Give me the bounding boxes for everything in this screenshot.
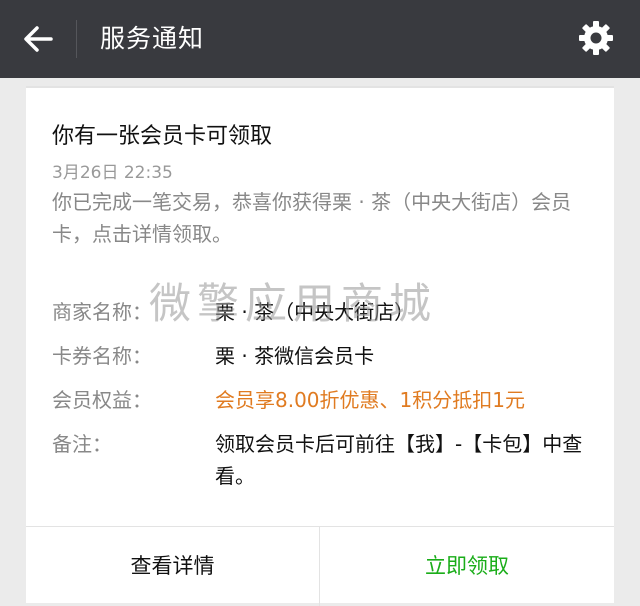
- top-bar: 服务通知: [0, 0, 640, 78]
- view-details-button[interactable]: 查看详情: [26, 527, 319, 606]
- page-title: 服务通知: [100, 24, 205, 53]
- row-value: 栗 · 茶微信会员卡: [215, 344, 375, 368]
- card-footer: 查看详情 立即领取: [26, 526, 614, 606]
- card-title: 你有一张会员卡可领取: [52, 124, 273, 149]
- back-button[interactable]: [18, 19, 58, 59]
- card-description: 你已完成一笔交易，恭喜你获得栗 · 茶（中央大街店）会员卡，点击详情领取。: [52, 190, 572, 246]
- gear-icon: [579, 21, 613, 55]
- header-divider: [76, 20, 77, 58]
- row-label: 备注：: [52, 432, 112, 456]
- card-timestamp: 3月26日 22:35: [52, 163, 173, 183]
- row-value-highlight: 会员享8.00折优惠、1积分抵扣1元: [215, 388, 525, 412]
- row-label: 会员权益：: [52, 388, 152, 412]
- row-label: 商家名称：: [52, 300, 152, 324]
- row-value: 领取会员卡后可前往【我】-【卡包】中查看。: [215, 432, 583, 488]
- arrow-left-icon: [24, 26, 53, 52]
- claim-now-button[interactable]: 立即领取: [320, 527, 614, 606]
- settings-button[interactable]: [576, 18, 616, 58]
- notification-card: 你有一张会员卡可领取 3月26日 22:35 你已完成一笔交易，恭喜你获得栗 ·…: [26, 86, 614, 606]
- row-label: 卡券名称：: [52, 344, 152, 368]
- row-value: 栗 · 茶（中央大街店）: [215, 300, 415, 324]
